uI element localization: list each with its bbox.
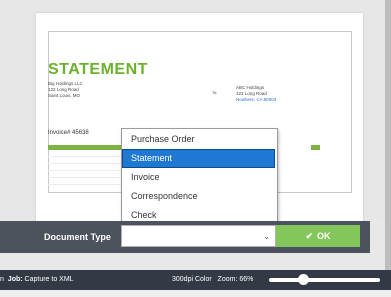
dropdown-option-statement[interactable]: Statement bbox=[122, 149, 275, 168]
resolution-text: 300dpi Color bbox=[172, 276, 212, 283]
chevron-down-icon[interactable]: ⌄ bbox=[263, 232, 270, 241]
invoice-number: Invoice# 45638 bbox=[48, 130, 89, 136]
sender-address: Big Holdings LLC 132 Long Road Saint Lou… bbox=[48, 81, 83, 99]
document-type-select[interactable]: ⌄ bbox=[121, 225, 276, 247]
check-icon: ✔ bbox=[305, 230, 314, 241]
bottom-strip bbox=[0, 290, 391, 297]
dropdown-option-invoice[interactable]: Invoice bbox=[122, 168, 275, 187]
to-label: To: bbox=[212, 90, 218, 95]
job-info: n Job: Capture to XML bbox=[0, 276, 74, 283]
sender-line: Saint Louis, MO bbox=[48, 93, 81, 98]
document-type-label: Document Type bbox=[44, 232, 111, 242]
zoom-slider-track[interactable] bbox=[269, 278, 380, 282]
recipient-line: Nowhere, CA 90003 bbox=[236, 97, 277, 102]
document-type-dropdown-list[interactable]: Purchase Order Statement Invoice Corresp… bbox=[121, 128, 278, 227]
ok-button[interactable]: ✔ OK bbox=[276, 225, 360, 247]
scrollbar[interactable] bbox=[385, 0, 391, 270]
zoom-text: Zoom: 66% bbox=[217, 276, 254, 283]
table-header-tail bbox=[311, 145, 320, 150]
job-prefix: n bbox=[0, 276, 4, 283]
job-value: Capture to XML bbox=[24, 276, 74, 283]
dropdown-option-purchase-order[interactable]: Purchase Order bbox=[122, 130, 275, 149]
document-title: STATEMENT bbox=[48, 61, 148, 78]
zoom-info: 300dpi Color Zoom: 66% bbox=[172, 276, 253, 283]
zoom-slider-thumb[interactable] bbox=[298, 274, 309, 285]
job-label: Job: bbox=[7, 276, 23, 283]
dropdown-option-correspondence[interactable]: Correspondence bbox=[122, 187, 275, 206]
ok-label: OK bbox=[317, 231, 331, 241]
recipient-address: ABC Holdings 123 Long Road Nowhere, CA 9… bbox=[236, 85, 276, 103]
